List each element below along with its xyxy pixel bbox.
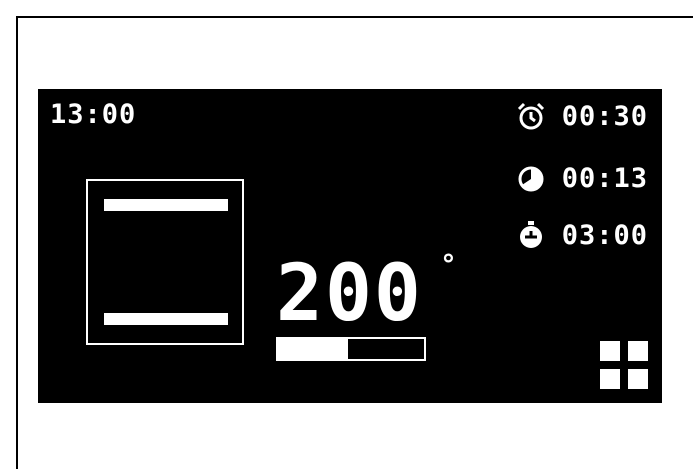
- timer-alarm[interactable]: 00:30: [516, 101, 648, 131]
- grid-menu-icon[interactable]: [600, 341, 648, 389]
- top-heater-bar: [104, 199, 228, 211]
- oven-display-screen: 13:00 00:30 00:13 03:00 200 °: [38, 89, 662, 403]
- heating-progress-bar: [276, 337, 426, 361]
- current-time: 13:00: [50, 99, 137, 130]
- cook-time-value: 00:13: [561, 162, 648, 194]
- timer-duration[interactable]: 03:00: [516, 220, 648, 250]
- alarm-time-value: 00:30: [561, 100, 648, 132]
- alarm-clock-icon: [517, 102, 544, 130]
- oven-top-bottom-heat-icon[interactable]: [86, 179, 244, 345]
- duration-value: 03:00: [561, 219, 648, 251]
- bottom-heater-bar: [104, 313, 228, 325]
- timer-cook[interactable]: 00:13: [516, 163, 648, 193]
- temperature-value[interactable]: 200: [276, 255, 423, 333]
- degree-symbol: °: [440, 248, 457, 281]
- heating-progress-fill: [278, 339, 349, 359]
- pie-progress-icon: [518, 166, 544, 192]
- stopwatch-icon: [519, 221, 542, 248]
